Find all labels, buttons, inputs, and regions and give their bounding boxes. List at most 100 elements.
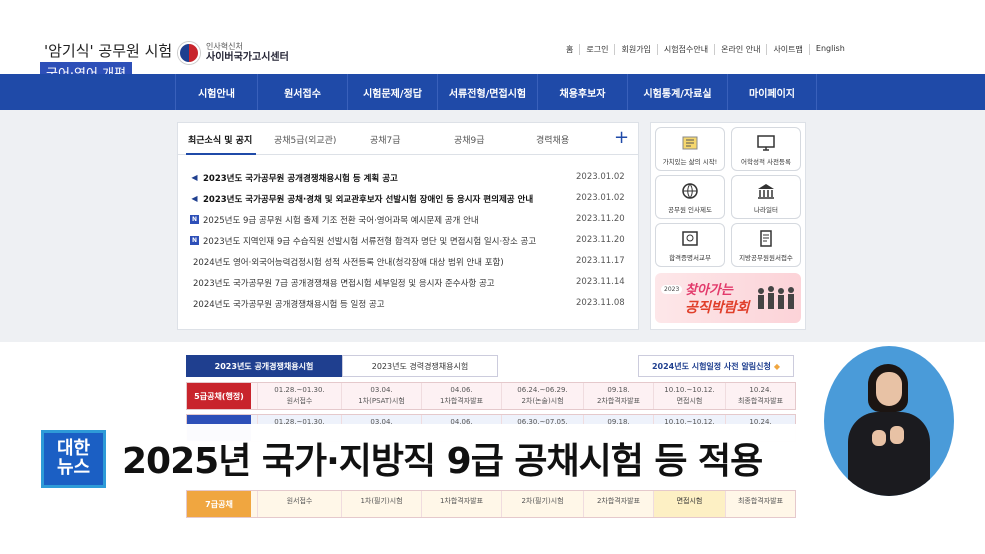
nav-statistics[interactable]: 시험통계/자료실 — [627, 74, 727, 110]
schedule-cell: 06.24.~06.29. 2차(논술)시험 — [501, 383, 583, 409]
list-item[interactable]: 2024년도 국가공무원 공개경쟁채용시험 등 일정 공고 2023.11.08 — [190, 297, 626, 318]
list-item[interactable]: ◀ 2023년도 국가공무원 공채·경채 및 외교관후보자 선발시험 장애인 등… — [190, 192, 626, 213]
video-frame: 인사혁신처 사이버국가고시센터 홈 로그인 회원가입 시험접수안내 온라인 안내… — [0, 0, 985, 554]
quick-link-local-application[interactable]: 지방공무원원서접수 — [731, 223, 801, 267]
list-item[interactable]: ◀ 2023년도 국가공무원 공개경쟁채용시험 등 계획 공고 2023.01.… — [190, 171, 626, 192]
schedule-row-grade5: 5급공채(행정) 01.28.~01.30. 원서접수 03.04. 1차(PSAT… — [186, 382, 796, 410]
new-badge-icon: N — [190, 236, 199, 245]
quick-link-value[interactable]: 가치있는 삶의 시작! — [655, 127, 725, 171]
notice-list: ◀ 2023년도 국가공무원 공개경쟁채용시험 등 계획 공고 2023.01.… — [190, 171, 626, 318]
schedule-cell: 원서접수 — [257, 491, 341, 517]
quick-link-label: 합격증명서교부 — [669, 254, 711, 262]
notice-title[interactable]: 2023년도 국가공무원 공채·경채 및 외교관후보자 선발시험 장애인 등 응… — [203, 193, 533, 205]
quick-link-label: 나라일터 — [754, 206, 778, 214]
schedule-cell-current: 면접시험 — [653, 491, 725, 517]
notice-date: 2023.11.20 — [576, 235, 625, 245]
notice-date: 2023.01.02 — [576, 172, 625, 182]
site-logo[interactable]: 인사혁신처 사이버국가고시센터 — [178, 40, 289, 66]
quick-link-label: 지방공무원원서접수 — [739, 254, 793, 262]
book-icon — [682, 136, 698, 150]
util-link-login[interactable]: 로그인 — [579, 44, 614, 55]
notice-title[interactable]: 2023년도 국가공무원 7급 공개경쟁채용 면접시험 세부일정 및 응시자 준… — [193, 277, 495, 289]
nav-exam-questions[interactable]: 시험문제/정답 — [347, 74, 437, 110]
main-nav: 시험안내 원서접수 시험문제/정답 서류전형/면접시험 채용후보자 시험통계/자… — [0, 74, 985, 110]
list-item[interactable]: N 2025년도 9급 공무원 시험 출제 기조 전환 국어·영어과목 예시문제… — [190, 213, 626, 234]
list-item[interactable]: N 2023년도 지역인재 9급 수습직원 선발시험 서류전형 합격자 명단 및… — [190, 234, 626, 255]
tab-recent-notices[interactable]: 최근소식 및 공지 — [188, 133, 252, 146]
sign-language-interpreter — [824, 346, 954, 496]
site-header: 인사혁신처 사이버국가고시센터 홈 로그인 회원가입 시험접수안내 온라인 안내… — [0, 0, 985, 74]
tab-grade9[interactable]: 공채9급 — [454, 133, 485, 146]
notice-title[interactable]: 2024년도 영어·외국어능력검정시험 성적 사전등록 안내(청각장애 대상 범… — [193, 256, 504, 268]
bell-icon: ◆ — [773, 361, 781, 371]
tab-grade7[interactable]: 공채7급 — [370, 133, 401, 146]
logo-subtitle: 인사혁신처 — [206, 42, 243, 52]
expo-title-2: 공직박람회 — [685, 300, 750, 316]
nav-application[interactable]: 원서접수 — [257, 74, 347, 110]
schedule-cell: 04.06. 1차합격자발표 — [421, 383, 501, 409]
schedule-cell: 10.10.~10.12. 면접시험 — [653, 383, 725, 409]
speaker-icon: ◀ — [191, 173, 198, 182]
notice-title[interactable]: 2024년도 국가공무원 공개경쟁채용시험 등 일정 공고 — [193, 298, 385, 310]
util-link-home[interactable]: 홈 — [560, 44, 579, 55]
quick-link-certificate[interactable]: 합격증명서교부 — [655, 223, 725, 267]
caption-line-1: '암기식' 공무원 시험 — [44, 42, 173, 60]
pre-register-label: 2024년도 시험일정 사전 알림신청 — [651, 361, 771, 371]
list-item[interactable]: 2023년도 국가공무원 7급 공개경쟁채용 면접시험 세부일정 및 응시자 준… — [190, 276, 626, 297]
people-illustration-icon — [758, 286, 794, 309]
util-link-sitemap[interactable]: 사이트맵 — [766, 44, 808, 55]
notice-date: 2023.11.08 — [576, 298, 625, 308]
schedule-cell: 03.04. 1차(PSAT)시험 — [341, 383, 421, 409]
tab-open-competition[interactable]: 2023년도 공개경쟁채용시험 — [186, 355, 342, 377]
tab-grade5[interactable]: 공채5급(외교관) — [274, 133, 336, 146]
schedule-cell: 1차(필기)시험 — [341, 491, 421, 517]
pre-register-button[interactable]: 2024년도 시험일정 사전 알림신청 ◆ — [638, 355, 794, 377]
document-icon — [760, 230, 772, 247]
list-item[interactable]: 2024년도 영어·외국어능력검정시험 성적 사전등록 안내(청각장애 대상 범… — [190, 255, 626, 276]
tab-career[interactable]: 경력채용 — [536, 133, 569, 146]
nav-document-interview[interactable]: 서류전형/면접시험 — [437, 74, 537, 110]
schedule-cell: 01.28.~01.30. 원서접수 — [257, 383, 341, 409]
nav-exam-info[interactable]: 시험안내 — [175, 74, 257, 110]
speaker-icon: ◀ — [191, 194, 198, 203]
expo-year: 2023 — [661, 285, 683, 294]
expo-title-1: 찾아가는 — [685, 283, 733, 298]
monitor-icon — [757, 135, 775, 151]
util-link-signup[interactable]: 회원가입 — [614, 44, 656, 55]
certificate-icon — [682, 231, 698, 246]
quick-link-label: 어학성적 사전등록 — [741, 158, 791, 166]
utility-links: 홈 로그인 회원가입 시험접수안내 온라인 안내 사이트맵 English — [560, 44, 851, 55]
new-badge-icon: N — [190, 215, 199, 224]
schedule-cell: 2차(필기)시험 — [501, 491, 583, 517]
notice-title[interactable]: 2025년도 9급 공무원 시험 출제 기조 전환 국어·영어과목 예시문제 공… — [203, 214, 479, 226]
schedule-cell: 1차합격자발표 — [421, 491, 501, 517]
active-tab-indicator — [186, 153, 256, 155]
schedule-row-label: 7급공채 — [187, 491, 251, 517]
nav-candidates[interactable]: 채용후보자 — [537, 74, 627, 110]
more-plus-icon[interactable]: + — [614, 127, 629, 148]
schedule-row-grade7: 7급공채 원서접수 1차(필기)시험 1차합격자발표 2차(필기)시험 2차합격… — [186, 490, 796, 518]
schedule-cell: 10.24. 최종합격자발표 — [725, 383, 795, 409]
util-link-exam-guide[interactable]: 시험접수안내 — [656, 44, 714, 55]
quick-link-hr-system[interactable]: 공무원 인사제도 — [655, 175, 725, 219]
nav-mypage[interactable]: 마이페이지 — [727, 74, 817, 110]
notice-title[interactable]: 2023년도 지역인재 9급 수습직원 선발시험 서류전형 합격자 명단 및 면… — [203, 235, 536, 247]
util-link-english[interactable]: English — [808, 44, 851, 55]
notice-date: 2023.01.02 — [576, 193, 625, 203]
quick-link-label: 가치있는 삶의 시작! — [662, 158, 718, 166]
news-panel: 최근소식 및 공지 공채5급(외교관) 공채7급 공채9급 경력채용 + ◀ 2… — [177, 122, 639, 330]
quick-link-narailter[interactable]: 나라일터 — [731, 175, 801, 219]
schedule-cell: 09.18. 2차합격자발표 — [583, 383, 653, 409]
logo-title: 사이버국가고시센터 — [206, 51, 289, 63]
quick-link-language-score[interactable]: 어학성적 사전등록 — [731, 127, 801, 171]
notice-title[interactable]: 2023년도 국가공무원 공개경쟁채용시험 등 계획 공고 — [203, 172, 398, 184]
quick-links-panel: 가치있는 삶의 시작! 어학성적 사전등록 공무원 인사제도 나라일터 합격증명… — [650, 122, 806, 330]
notice-date: 2023.11.20 — [576, 214, 625, 224]
util-link-online-guide[interactable]: 온라인 안내 — [714, 44, 766, 55]
taegeuk-logo-icon — [178, 42, 200, 64]
quick-link-label: 공무원 인사제도 — [668, 206, 712, 214]
tab-career-competition[interactable]: 2023년도 경력경쟁채용시험 — [342, 355, 498, 377]
job-fair-banner[interactable]: 2023 찾아가는 공직박람회 — [655, 273, 801, 323]
schedule-cell: 2차합격자발표 — [583, 491, 653, 517]
schedule-row-label: 5급공채(행정) — [187, 383, 251, 409]
